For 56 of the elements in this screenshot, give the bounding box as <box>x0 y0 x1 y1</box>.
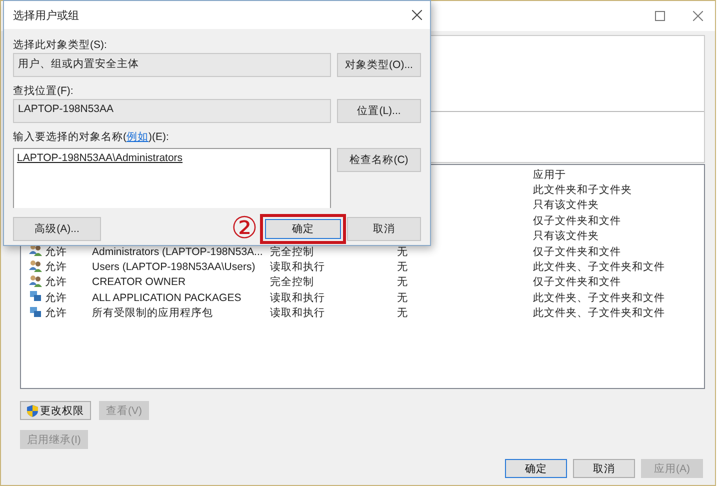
field-label: 查找位置(F): <box>13 84 74 99</box>
table-cell-text: 读取和执行 <box>270 290 326 305</box>
table-cell-text: 允许 <box>45 244 68 259</box>
step-number: ② <box>231 214 258 244</box>
example-link[interactable]: 例如 <box>126 131 148 143</box>
table-cell-text: 读取和执行 <box>270 306 326 320</box>
table-cell-text: 无 <box>397 306 409 320</box>
table-cell-text: 允许 <box>45 260 68 274</box>
table-cell-text: 此文件夹、子文件夹和文件 <box>533 260 666 274</box>
package-icon <box>29 306 42 318</box>
table-cell-text: CREATOR OWNER <box>92 276 187 288</box>
table-cell-text: 所有受限制的应用程序包 <box>92 306 214 320</box>
table-cell-text: 只有该文件夹 <box>533 198 600 212</box>
user-group-icon <box>29 274 42 287</box>
table-cell-text: 允许 <box>45 290 68 305</box>
field-label: 输入要选择的对象名称(例如)(E): <box>13 130 169 144</box>
table-cell-text: 只有该文件夹 <box>533 229 600 244</box>
dialog-button[interactable]: 取消 <box>573 459 635 478</box>
ok-button[interactable]: 确定 <box>265 219 341 239</box>
object-type-field: 用户、组或内置安全主体 <box>13 53 331 77</box>
table-cell-text: Users (LAPTOP-198N53AA\Users) <box>92 261 256 274</box>
cancel-button[interactable]: 取消 <box>347 217 421 241</box>
table-cell-text: ALL APPLICATION PACKAGES <box>92 292 242 304</box>
table-cell-text: 无 <box>397 260 409 274</box>
package-icon <box>29 290 42 302</box>
table-cell-text: 仅子文件夹和文件 <box>533 214 622 228</box>
table-cell-text: 此文件夹、子文件夹和文件 <box>533 306 666 320</box>
table-cell-text: 允许 <box>45 306 68 320</box>
field-label: 选择此对象类型(S): <box>13 38 108 53</box>
advanced-button[interactable]: 高级(A)... <box>13 217 101 241</box>
column-header[interactable]: 应用于 <box>533 168 704 182</box>
user-group-icon <box>29 244 42 256</box>
table-cell-text: 允许 <box>45 275 68 290</box>
close-icon[interactable] <box>412 10 422 20</box>
table-cell-text: 完全控制 <box>270 244 315 259</box>
table-cell-text: 无 <box>397 290 409 305</box>
dialog-button[interactable]: 确定 <box>505 459 567 478</box>
table-cell-text: 完全控制 <box>270 275 315 290</box>
maximize-icon[interactable] <box>655 11 665 21</box>
table-cell-text: 仅子文件夹和文件 <box>533 275 622 290</box>
user-group-icon <box>29 260 42 272</box>
table-cell-text: 仅子文件夹和文件 <box>533 244 622 259</box>
object-names-field[interactable]: LAPTOP-198N53AA\Administrators <box>13 148 331 208</box>
dialog-title: 选择用户或组 <box>13 8 79 22</box>
table-cell-text: 此文件夹、子文件夹和文件 <box>533 290 666 305</box>
location-button[interactable]: 位置(L)... <box>337 99 421 123</box>
close-icon[interactable] <box>693 11 703 21</box>
table-cell-text: Administrators (LAPTOP-198N53A... <box>92 246 264 258</box>
table-cell-text: 无 <box>397 244 409 259</box>
location-field: LAPTOP-198N53AA <box>13 99 331 123</box>
object-type-button[interactable]: 对象类型(O)... <box>337 53 421 77</box>
table-cell-text: 此文件夹和子文件夹 <box>533 183 633 198</box>
permission-button[interactable]: 更改权限 <box>20 401 91 420</box>
table-cell-text: 读取和执行 <box>270 260 326 274</box>
check-names-button[interactable]: 检查名称(C) <box>337 148 421 172</box>
table-cell-text: 无 <box>397 275 409 290</box>
